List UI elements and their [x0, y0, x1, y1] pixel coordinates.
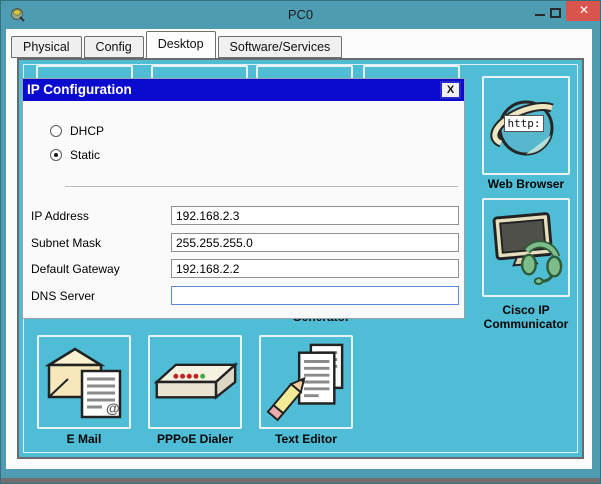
- svg-text:@: @: [106, 400, 120, 416]
- pppoe-dialer-button[interactable]: [148, 335, 242, 429]
- ip-address-label: IP Address: [31, 209, 89, 223]
- email-icon: @: [44, 347, 122, 419]
- dialog-title: IP Configuration: [27, 82, 132, 97]
- tab-software-services[interactable]: Software/Services: [217, 36, 343, 58]
- tab-physical[interactable]: Physical: [11, 36, 82, 58]
- maximize-icon[interactable]: [550, 8, 561, 18]
- dialog-separator: [65, 186, 458, 188]
- email-button[interactable]: @: [37, 335, 131, 429]
- cisco-ip-communicator-label: Cisco IP Communicator: [483, 303, 569, 331]
- window-title: PC0: [287, 7, 314, 22]
- default-gateway-input[interactable]: [171, 259, 459, 278]
- static-radio-row: Static: [50, 148, 100, 162]
- window-content: Physical Config Desktop Software/Service…: [6, 29, 592, 469]
- dns-server-input[interactable]: [171, 286, 459, 305]
- dialog-close-button[interactable]: X: [440, 81, 461, 99]
- minimize-icon[interactable]: [535, 14, 545, 16]
- window-titlebar: PC0 ✕: [1, 1, 600, 29]
- cisco-ip-communicator-icon: [492, 211, 563, 285]
- window-bottom-edge: [1, 478, 600, 483]
- dns-server-label: DNS Server: [31, 289, 96, 303]
- text-editor-button[interactable]: [259, 335, 353, 429]
- desktop-panel: Generator http: Web Browser: [17, 58, 584, 459]
- dhcp-radio[interactable]: [50, 125, 62, 137]
- close-button[interactable]: ✕: [566, 1, 600, 21]
- subnet-mask-label: Subnet Mask: [31, 236, 102, 250]
- dialog-titlebar: IP Configuration X: [23, 79, 464, 101]
- tab-bar: Physical Config Desktop Software/Service…: [11, 31, 344, 58]
- text-editor-icon: [266, 343, 344, 422]
- tab-config[interactable]: Config: [83, 36, 144, 58]
- http-badge: http:: [504, 114, 544, 132]
- pppoe-dialer-label: PPPoE Dialer: [156, 432, 234, 446]
- web-browser-label: Web Browser: [487, 177, 565, 191]
- ip-configuration-dialog: IP Configuration X DHCP Static IP Addres…: [22, 78, 465, 319]
- pc0-window: PC0 ✕ Physical Config Desktop Software/S…: [0, 0, 601, 484]
- dhcp-radio-label: DHCP: [70, 124, 105, 138]
- static-radio-label: Static: [70, 148, 101, 162]
- static-radio[interactable]: [50, 149, 62, 161]
- email-label: E Mail: [66, 432, 102, 446]
- cisco-ip-communicator-button[interactable]: [482, 198, 570, 297]
- default-gateway-label: Default Gateway: [31, 262, 120, 276]
- tab-desktop[interactable]: Desktop: [145, 31, 216, 58]
- subnet-mask-input[interactable]: [171, 233, 459, 252]
- text-editor-label: Text Editor: [275, 432, 337, 446]
- web-browser-button[interactable]: http:: [482, 76, 570, 175]
- dhcp-radio-row: DHCP: [50, 124, 104, 138]
- pppoe-dialer-icon: [153, 362, 239, 400]
- ip-address-input[interactable]: [171, 206, 459, 225]
